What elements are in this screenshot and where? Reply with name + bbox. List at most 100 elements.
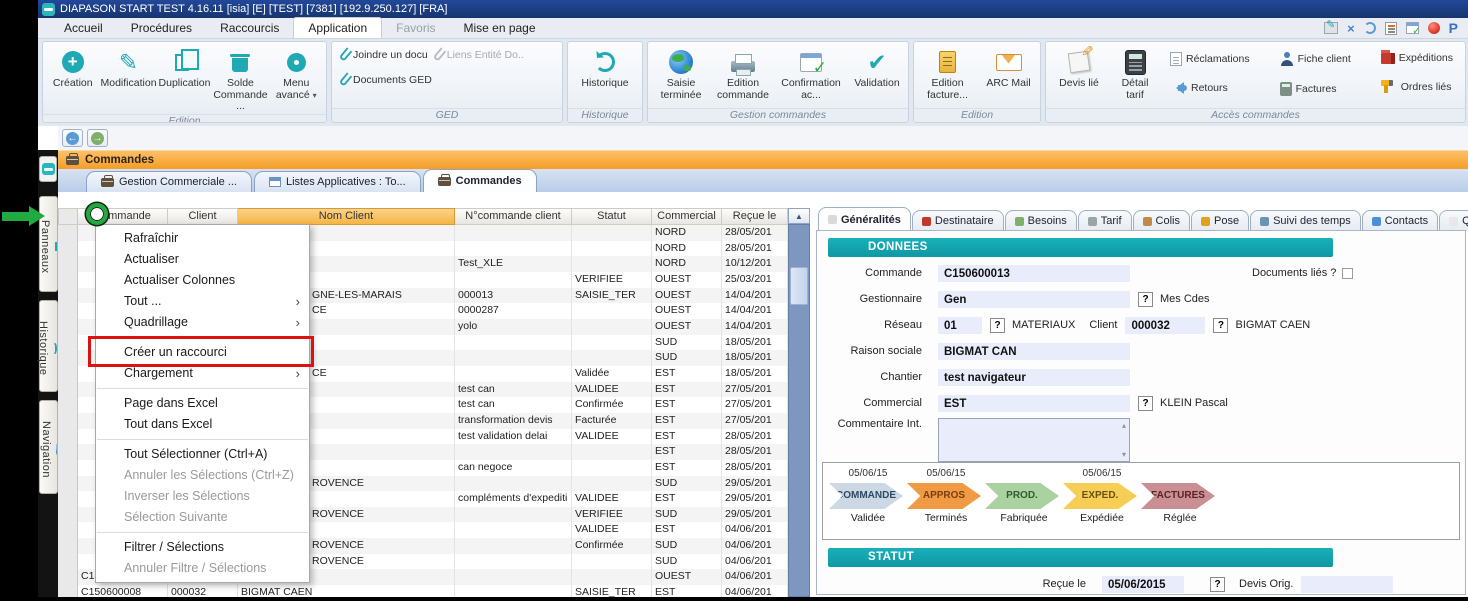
edit-pad-icon[interactable]: [1324, 22, 1338, 34]
details-tab[interactable]: Qui, quand ?: [1439, 210, 1468, 231]
context-menu-item[interactable]: Page dans Excel: [96, 393, 309, 414]
document-tab[interactable]: Commandes: [423, 169, 537, 192]
client-field[interactable]: 000032: [1125, 317, 1205, 334]
context-menu-item[interactable]: Tout ...: [96, 291, 309, 312]
row-selector[interactable]: [58, 397, 78, 413]
details-tab[interactable]: Contacts: [1362, 210, 1438, 231]
row-selector[interactable]: [58, 522, 78, 538]
ribbon-tab[interactable]: Mise en page: [449, 18, 549, 38]
fiche-client-button[interactable]: Fiche client: [1276, 49, 1355, 69]
edition-facture-button[interactable]: Edition facture...: [919, 45, 977, 102]
row-selector[interactable]: [58, 335, 78, 351]
calendar-check-icon[interactable]: [1406, 22, 1419, 34]
row-selector[interactable]: [58, 444, 78, 460]
context-menu-item[interactable]: Rafraîchir: [96, 228, 309, 249]
help-button[interactable]: ?: [1210, 577, 1225, 592]
reseau-field[interactable]: 01: [938, 317, 982, 334]
ribbon-tab[interactable]: Accueil: [50, 18, 117, 38]
confirmation-button[interactable]: Confirmation ac...: [774, 45, 848, 102]
ribbon-tab[interactable]: Application: [293, 17, 382, 38]
context-menu-item[interactable]: Annuler Filtre / Sélections: [96, 558, 309, 579]
scroll-up-icon[interactable]: ▲: [788, 208, 810, 224]
context-menu-item[interactable]: Inverser les Sélections: [96, 486, 309, 507]
details-tab[interactable]: Tarif: [1078, 210, 1132, 231]
context-menu-item[interactable]: Actualiser Colonnes: [96, 270, 309, 291]
details-tab[interactable]: Généralités: [818, 207, 911, 231]
close-x-icon[interactable]: ×: [1347, 21, 1355, 36]
context-menu-item[interactable]: Annuler les Sélections (Ctrl+Z): [96, 465, 309, 486]
row-selector[interactable]: [58, 225, 78, 241]
commande-field[interactable]: C150600013: [938, 265, 1130, 282]
details-tab[interactable]: Suivi des temps: [1250, 210, 1361, 231]
row-selector[interactable]: [58, 476, 78, 492]
document-tab[interactable]: Listes Applicatives : To...: [254, 171, 421, 192]
details-tab[interactable]: Pose: [1191, 210, 1249, 231]
stage-chevron[interactable]: PROD.: [985, 483, 1059, 509]
row-selector[interactable]: [58, 256, 78, 272]
historique-button[interactable]: Historique: [573, 45, 637, 91]
menu-avance-button[interactable]: Menu avancé ▾: [268, 45, 324, 102]
column-header-nom-client[interactable]: Nom Client: [238, 208, 455, 225]
context-menu-item[interactable]: Filtrer / Sélections: [96, 537, 309, 558]
help-button[interactable]: ?: [1138, 292, 1153, 307]
column-header-statut[interactable]: Statut: [572, 208, 652, 225]
help-button[interactable]: ?: [990, 318, 1005, 333]
commercial-field[interactable]: EST: [938, 395, 1130, 412]
commentaire-textarea[interactable]: [938, 418, 1130, 462]
diapason-mini-button[interactable]: [39, 156, 57, 182]
detail-tarif-button[interactable]: Détail tarif: [1110, 45, 1160, 102]
row-selector[interactable]: [58, 460, 78, 476]
column-header-recue-le[interactable]: Reçue le: [722, 208, 788, 225]
refresh-icon[interactable]: [1364, 22, 1376, 34]
document-tab[interactable]: Gestion Commerciale ...: [86, 171, 252, 192]
row-selector-header[interactable]: [58, 208, 78, 225]
context-menu-item[interactable]: Actualiser: [96, 249, 309, 270]
column-header-commercial[interactable]: Commercial: [652, 208, 722, 225]
edition-commande-button[interactable]: Edition commande: [712, 45, 774, 102]
ribbon-tab[interactable]: Raccourcis: [206, 18, 293, 38]
p-icon[interactable]: P: [1449, 20, 1458, 36]
notes-icon[interactable]: [1385, 22, 1397, 35]
help-button[interactable]: ?: [1213, 318, 1228, 333]
row-selector[interactable]: [58, 303, 78, 319]
row-selector[interactable]: [58, 272, 78, 288]
creation-button[interactable]: Création: [45, 45, 101, 91]
ordres-lies-button[interactable]: Ordres liés: [1377, 77, 1457, 96]
column-header-client[interactable]: Client: [168, 208, 238, 225]
retours-button[interactable]: Retours: [1166, 79, 1254, 97]
forward-button[interactable]: →: [87, 129, 108, 147]
chantier-field[interactable]: test navigateur: [938, 369, 1130, 386]
scrollbar-track[interactable]: [788, 224, 810, 597]
row-selector[interactable]: [58, 350, 78, 366]
details-tab[interactable]: Destinataire: [912, 210, 1004, 231]
stage-chevron[interactable]: APPROS: [907, 483, 981, 509]
stage-chevron[interactable]: COMMANDE: [829, 483, 903, 509]
factures-button[interactable]: Factures: [1276, 79, 1355, 99]
devis-orig-field[interactable]: [1301, 576, 1393, 593]
row-selector[interactable]: [58, 507, 78, 523]
row-selector[interactable]: [58, 491, 78, 507]
documents-lies-checkbox[interactable]: [1342, 268, 1353, 279]
row-selector[interactable]: [58, 319, 78, 335]
devis-lie-button[interactable]: Devis lié: [1054, 45, 1104, 91]
back-button[interactable]: ←: [62, 129, 83, 147]
help-button[interactable]: ?: [1138, 396, 1153, 411]
context-menu-item[interactable]: Tout dans Excel: [96, 414, 309, 435]
expeditions-button[interactable]: Expéditions: [1377, 49, 1457, 67]
row-selector[interactable]: [58, 366, 78, 382]
ribbon-tab[interactable]: Favoris: [382, 18, 449, 38]
gestionnaire-field[interactable]: Gen: [938, 291, 1130, 308]
row-selector[interactable]: [58, 554, 78, 570]
duplication-button[interactable]: Duplication: [157, 45, 213, 91]
context-menu-item[interactable]: Sélection Suivante: [96, 507, 309, 528]
details-tab[interactable]: Colis: [1133, 210, 1190, 231]
record-red-icon[interactable]: [1428, 22, 1440, 34]
table-scrollbar[interactable]: ▲: [788, 208, 810, 597]
row-selector[interactable]: [58, 241, 78, 257]
row-selector[interactable]: [58, 429, 78, 445]
validation-button[interactable]: Validation: [848, 45, 906, 91]
stage-chevron[interactable]: FACTURES: [1141, 483, 1215, 509]
row-selector[interactable]: [58, 413, 78, 429]
solde-commande-button[interactable]: Solde Commande ...: [212, 45, 268, 114]
context-menu-item[interactable]: Quadrillage: [96, 312, 309, 333]
